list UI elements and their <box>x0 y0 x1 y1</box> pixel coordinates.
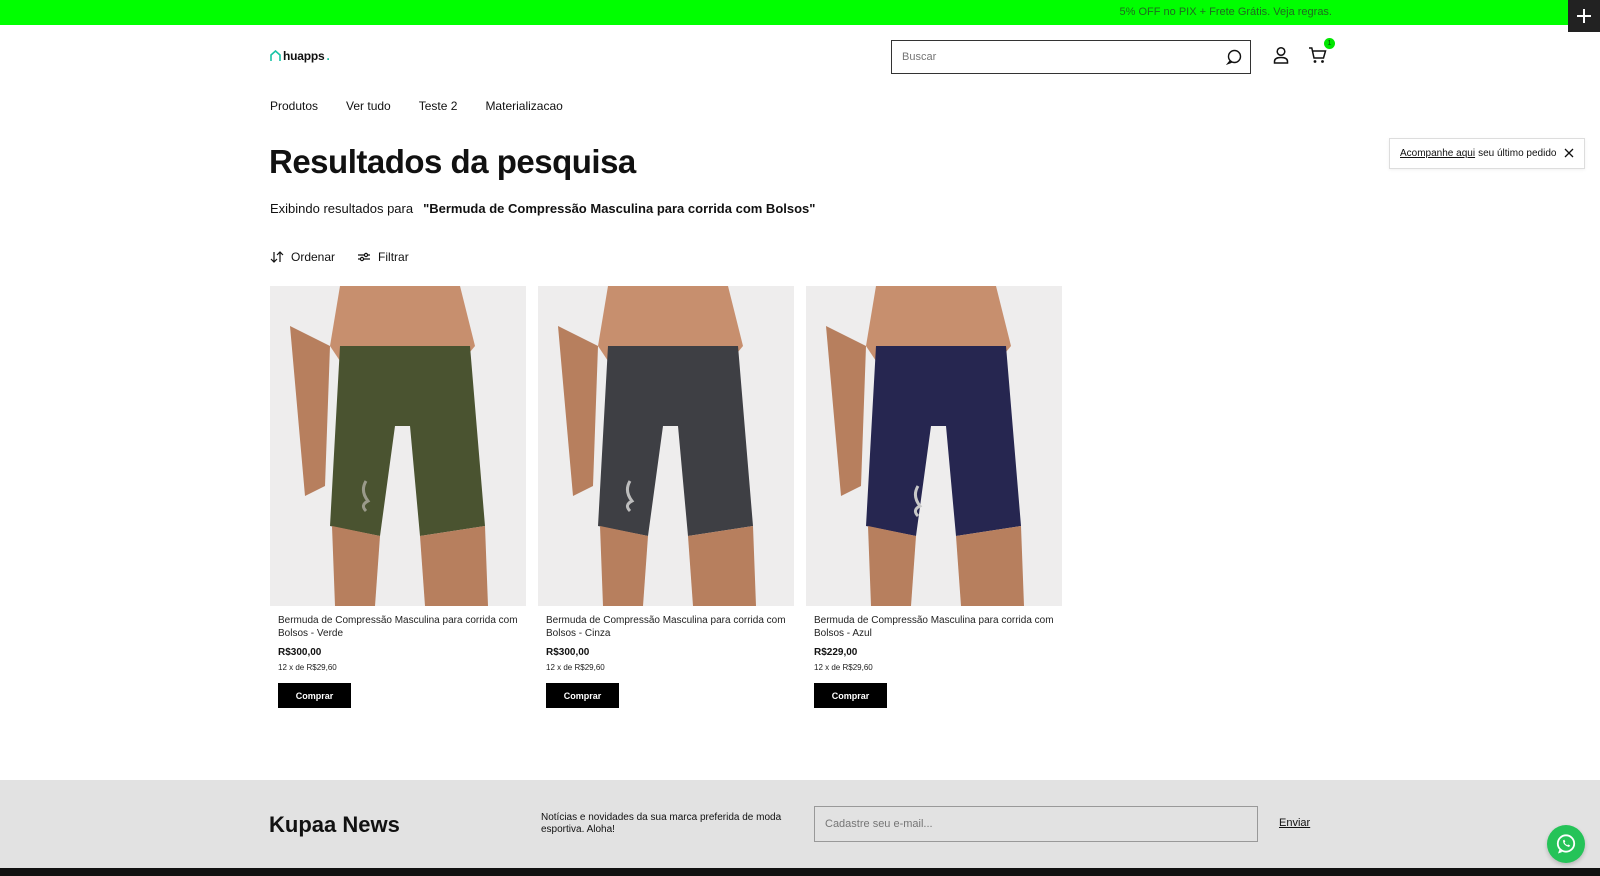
newsletter-email-input[interactable] <box>814 806 1258 842</box>
product-image[interactable] <box>538 286 794 606</box>
promo-text[interactable]: 5% OFF no PIX + Frete Grátis. Veja regra… <box>1120 6 1332 18</box>
listing-controls: Ordenar Filtrar <box>270 250 409 264</box>
product-installments: 12 x de R$29,60 <box>546 663 605 672</box>
nav-item-ver-tudo[interactable]: Ver tudo <box>346 99 391 113</box>
nav-item-teste-2[interactable]: Teste 2 <box>419 99 458 113</box>
page-bottom-edge <box>0 868 1600 876</box>
filter-button[interactable]: Filtrar <box>357 250 409 264</box>
logo-dot: . <box>326 49 330 63</box>
product-name[interactable]: Bermuda de Compressão Masculina para cor… <box>278 614 518 640</box>
main-nav: Produtos Ver tudo Teste 2 Materializacao <box>270 99 563 113</box>
buy-button[interactable]: Comprar <box>278 683 351 708</box>
product-card: Bermuda de Compressão Masculina para cor… <box>270 286 526 708</box>
newsletter-description: Notícias e novidades da sua marca prefer… <box>541 812 782 835</box>
plus-icon[interactable] <box>1568 0 1600 32</box>
close-icon[interactable] <box>1564 148 1574 161</box>
product-grid: Bermuda de Compressão Masculina para cor… <box>270 286 1062 708</box>
sort-button[interactable]: Ordenar <box>270 250 335 264</box>
promo-bar: 5% OFF no PIX + Frete Grátis. Veja regra… <box>0 0 1600 25</box>
product-image[interactable] <box>806 286 1062 606</box>
home-logo-icon <box>270 50 281 61</box>
newsletter-send-link[interactable]: Enviar <box>1279 817 1310 829</box>
order-tracker-toast: Acompanhe aqui seu último pedido <box>1389 138 1585 169</box>
results-prefix: Exibindo resultados para <box>270 201 414 216</box>
search-query: "Bermuda de Compressão Masculina para co… <box>423 201 816 216</box>
order-tracker-text: seu último pedido <box>1478 148 1557 159</box>
product-price: R$300,00 <box>278 647 322 658</box>
cart-icon[interactable] <box>1308 46 1327 69</box>
page-title: Resultados da pesquisa <box>269 143 636 180</box>
nav-item-materializacao[interactable]: Materializacao <box>485 99 562 113</box>
product-price: R$229,00 <box>814 647 858 658</box>
filter-icon <box>358 252 371 262</box>
logo[interactable]: huapps. <box>270 49 330 63</box>
product-name[interactable]: Bermuda de Compressão Masculina para cor… <box>814 614 1054 640</box>
search-box <box>891 40 1251 74</box>
sort-icon <box>270 251 284 263</box>
buy-button[interactable]: Comprar <box>546 683 619 708</box>
cart-count-badge: 1 <box>1324 38 1335 49</box>
product-price: R$300,00 <box>546 647 590 658</box>
product-card: Bermuda de Compressão Masculina para cor… <box>538 286 794 708</box>
search-input[interactable] <box>892 41 1218 73</box>
results-summary: Exibindo resultados para "Bermuda de Com… <box>270 201 815 216</box>
newsletter-title: Kupaa News <box>269 812 400 837</box>
whatsapp-icon[interactable] <box>1547 825 1585 863</box>
product-name[interactable]: Bermuda de Compressão Masculina para cor… <box>546 614 786 640</box>
order-tracker-link[interactable]: Acompanhe aqui <box>1400 148 1475 159</box>
nav-item-produtos[interactable]: Produtos <box>270 99 318 113</box>
product-card: Bermuda de Compressão Masculina para cor… <box>806 286 1062 708</box>
filter-label: Filtrar <box>378 250 409 264</box>
logo-text: huapps <box>283 49 325 63</box>
buy-button[interactable]: Comprar <box>814 683 887 708</box>
sort-label: Ordenar <box>291 250 336 264</box>
user-icon[interactable] <box>1272 46 1290 69</box>
product-installments: 12 x de R$29,60 <box>278 663 337 672</box>
newsletter-section: Kupaa News Notícias e novidades da sua m… <box>0 780 1600 868</box>
search-chat-icon[interactable] <box>1218 49 1250 65</box>
product-image[interactable] <box>270 286 526 606</box>
product-installments: 12 x de R$29,60 <box>814 663 873 672</box>
